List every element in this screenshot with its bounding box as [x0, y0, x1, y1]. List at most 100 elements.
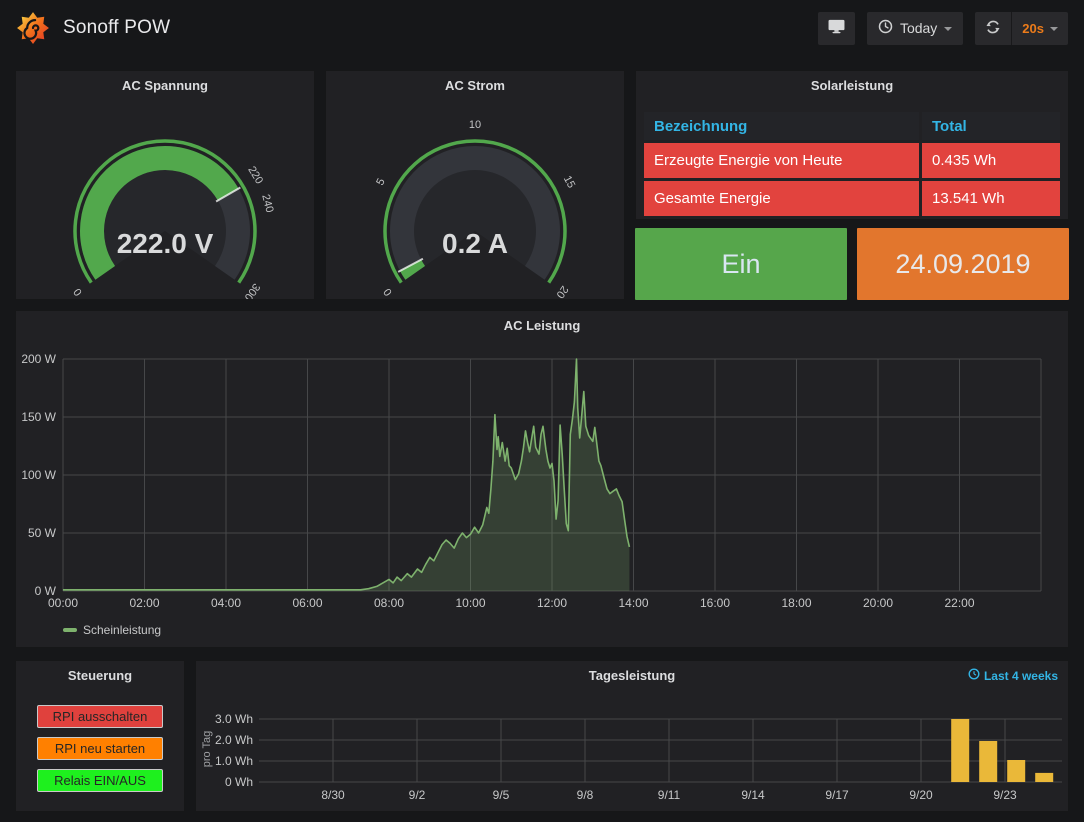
caret-down-icon [1050, 27, 1058, 31]
legend-series-label[interactable]: Scheinleistung [83, 623, 161, 637]
column-header-total[interactable]: Total [922, 112, 1060, 140]
header-bar: Sonoff POW Today [0, 0, 1084, 56]
y-axis-tick-label: 150 W [21, 410, 56, 424]
x-axis-tick-label: 14:00 [618, 596, 648, 610]
button-relais-ein-aus[interactable]: Relais EIN/AUS [37, 769, 163, 792]
caret-down-icon [944, 27, 952, 31]
state-tile-ein[interactable]: Ein [635, 228, 847, 300]
bar-9/21 [951, 719, 969, 782]
gauge-tick-label: 220 [245, 164, 265, 186]
table-header-row: Bezeichnung Total [644, 112, 1060, 140]
gauge-value-text: 222.0 V [117, 228, 214, 259]
x-axis-tick-label: 9/23 [993, 788, 1017, 802]
cell-row0-total: 0.435 Wh [922, 143, 1060, 178]
gauge-tick-label: 20 [553, 283, 570, 299]
bar-9/22 [979, 741, 997, 782]
time-range-button[interactable]: Today [867, 12, 963, 45]
x-axis-tick-label: 04:00 [211, 596, 241, 610]
button-rpi-neu-starten[interactable]: RPI neu starten [37, 737, 163, 760]
y-axis-tick-label: 200 W [21, 352, 56, 366]
refresh-button[interactable] [975, 12, 1011, 45]
x-axis-tick-label: 00:00 [48, 596, 78, 610]
x-axis-tick-label: 06:00 [292, 596, 322, 610]
x-axis-tick-label: 12:00 [537, 596, 567, 610]
refresh-control: 20s [975, 12, 1068, 45]
cell-row0-name: Erzeugte Energie von Heute [644, 143, 919, 178]
gauge-ac-strom: 0 5 10 15 20 0.2 A [326, 99, 624, 299]
gauge-tick-label: 0 [71, 286, 84, 298]
ac-leistung-chart: 0 W50 W100 W150 W200 W00:0002:0004:0006:… [16, 311, 1068, 647]
x-axis-tick-label: 9/20 [909, 788, 933, 802]
x-axis-tick-label: 16:00 [700, 596, 730, 610]
panel-title-steuerung[interactable]: Steuerung [16, 668, 184, 683]
panel-ac-spannung: AC Spannung 0 220 240 300 222.0 V [15, 70, 315, 300]
header-controls: Today 20s [818, 12, 1068, 45]
x-axis-tick-label: 9/2 [409, 788, 426, 802]
table-row: Erzeugte Energie von Heute 0.435 Wh [644, 143, 1060, 178]
date-tile[interactable]: 24.09.2019 [857, 228, 1069, 300]
control-button-column: RPI ausschalten RPI neu starten Relais E… [16, 705, 184, 792]
y-axis-tick-label: 1.0 Wh [215, 754, 253, 768]
y-axis-tick-label: 0 Wh [225, 775, 253, 789]
gauge-value-text: 0.2 A [442, 228, 508, 259]
panel-title-ac-leistung[interactable]: AC Leistung [16, 318, 1068, 333]
panel-title-solarleistung[interactable]: Solarleistung [636, 78, 1068, 93]
x-axis-tick-label: 9/8 [577, 788, 594, 802]
cell-row1-name: Gesamte Energie [644, 181, 919, 216]
gauge-tick-label: 240 [259, 193, 275, 214]
refresh-icon [985, 19, 1001, 38]
y-axis-label: pro Tag [201, 714, 213, 784]
panel-tagesleistung: Tagesleistung Last 4 weeks pro Tag 0 Wh 1… [195, 660, 1069, 812]
time-range-link[interactable]: Last 4 weeks [968, 668, 1058, 683]
dashboard-title: Sonoff POW [63, 17, 170, 39]
x-axis-tick-label: 22:00 [944, 596, 974, 610]
column-header-bezeichnung[interactable]: Bezeichnung [644, 112, 919, 140]
gauge-tick-label: 0 [381, 286, 394, 298]
panel-steuerung: Steuerung RPI ausschalten RPI neu starte… [15, 660, 185, 812]
gauge-ac-spannung: 0 220 240 300 222.0 V [16, 99, 314, 299]
gauge-tick-label: 5 [374, 177, 387, 188]
gauge-tick-label: 15 [561, 174, 577, 190]
gauge-tick-label: 300 [242, 281, 262, 299]
chart-legend: Scheinleistung [63, 623, 161, 637]
panel-ac-leistung: AC Leistung 0 W50 W100 W150 W200 W00:000… [15, 310, 1069, 648]
monitor-icon [828, 19, 845, 37]
x-axis-tick-label: 02:00 [129, 596, 159, 610]
x-axis-tick-label: 9/17 [825, 788, 849, 802]
y-axis-tick-label: 100 W [21, 468, 56, 482]
x-axis-tick-label: 8/30 [321, 788, 345, 802]
bar-9/23 [1007, 760, 1025, 782]
x-axis-tick-label: 08:00 [374, 596, 404, 610]
x-axis-tick-label: 9/5 [493, 788, 510, 802]
panel-title-ac-strom[interactable]: AC Strom [326, 78, 624, 93]
x-axis-tick-label: 9/14 [741, 788, 765, 802]
time-range-link-label: Last 4 weeks [984, 669, 1058, 683]
time-range-label: Today [900, 20, 937, 36]
x-axis-tick-label: 18:00 [781, 596, 811, 610]
refresh-interval-label: 20s [1022, 21, 1044, 36]
legend-color-swatch [63, 628, 77, 632]
bar-9/24 [1035, 773, 1053, 782]
panel-ac-strom: AC Strom 0 5 10 15 20 0.2 A [325, 70, 625, 300]
y-axis-tick-label: 3.0 Wh [215, 712, 253, 726]
gauge-tick-label: 10 [469, 119, 481, 131]
grafana-logo-icon[interactable] [16, 11, 50, 45]
x-axis-tick-label: 20:00 [863, 596, 893, 610]
x-axis-tick-label: 9/11 [658, 788, 681, 802]
clock-icon [968, 668, 980, 683]
x-axis-tick-label: 10:00 [455, 596, 485, 610]
tagesleistung-chart: 0 Wh 1.0 Wh 2.0 Wh 3.0 Wh 8/30 9/2 9/5 9/8 9/11 9… [196, 661, 1068, 811]
cell-row1-total: 13.541 Wh [922, 181, 1060, 216]
table-row: Gesamte Energie 13.541 Wh [644, 181, 1060, 216]
refresh-interval-button[interactable]: 20s [1012, 12, 1068, 45]
panel-title-ac-spannung[interactable]: AC Spannung [16, 78, 314, 93]
solar-table: Bezeichnung Total Erzeugte Energie von H… [641, 109, 1063, 219]
panel-title-tagesleistung[interactable]: Tagesleistung [196, 668, 1068, 683]
y-axis-tick-label: 50 W [28, 526, 57, 540]
gauge-value-arc [411, 265, 416, 273]
clock-icon [878, 19, 893, 37]
panel-solarleistung: Solarleistung Bezeichnung Total Erzeugte… [635, 70, 1069, 220]
tv-mode-button[interactable] [818, 12, 855, 45]
y-axis-tick-label: 2.0 Wh [215, 733, 253, 747]
button-rpi-ausschalten[interactable]: RPI ausschalten [37, 705, 163, 728]
